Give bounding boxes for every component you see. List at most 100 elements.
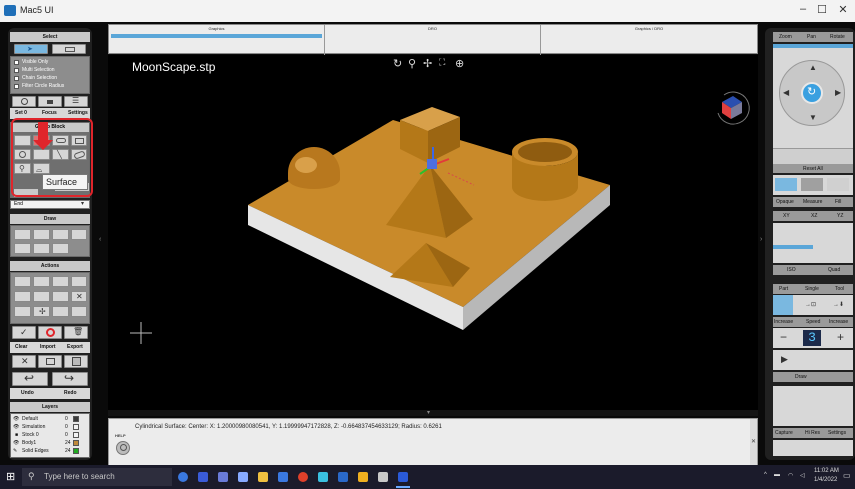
import-button[interactable] — [38, 355, 62, 368]
layer-color-swatch[interactable] — [73, 416, 79, 422]
tab-hi-res[interactable]: Hi Res — [805, 430, 820, 436]
tab-capture[interactable]: Capture — [775, 430, 793, 436]
export-button[interactable] — [64, 355, 88, 368]
end-dropdown[interactable]: End — [10, 200, 90, 209]
action-button-1[interactable] — [14, 276, 31, 287]
chrome-icon[interactable] — [298, 472, 308, 482]
app-icon-6[interactable] — [338, 472, 348, 482]
status-splitter[interactable]: ▾ — [108, 410, 758, 416]
app-icon-1[interactable] — [198, 472, 208, 482]
tray-wifi-icon[interactable]: ◠ — [788, 472, 793, 479]
tab-set[interactable]: Set 0 — [15, 110, 27, 116]
cancel-button[interactable] — [38, 326, 62, 339]
layer-color-swatch[interactable] — [73, 432, 79, 438]
draw-rect-button[interactable] — [71, 229, 87, 240]
clear-button[interactable]: ✕ — [12, 355, 36, 368]
fill-toggle[interactable] — [827, 178, 849, 191]
action-button-12[interactable] — [71, 306, 87, 317]
part-jog-button[interactable] — [773, 295, 793, 315]
action-button-6[interactable] — [33, 291, 50, 302]
action-button-7[interactable] — [52, 291, 69, 302]
taskbar-search[interactable]: ⚲ Type here to search — [22, 468, 172, 486]
tab-xy[interactable]: XY — [783, 213, 790, 219]
tray-chevron-icon[interactable]: ^ — [764, 472, 767, 478]
tab-iso[interactable]: ISO — [787, 267, 796, 273]
draw-polygon-button[interactable] — [52, 243, 69, 254]
arrow-down-icon[interactable]: ▼ — [809, 113, 817, 122]
action-button-5[interactable] — [14, 291, 31, 302]
tab-yz[interactable]: YZ — [837, 213, 843, 219]
layer-row[interactable]: 👁 Simulation 0 — [13, 424, 85, 431]
file-explorer-icon[interactable] — [258, 472, 268, 482]
arrow-left-icon[interactable]: ◀ — [783, 88, 789, 97]
tab-focus[interactable]: Focus — [42, 110, 57, 116]
delete-button[interactable]: 🗑 — [64, 326, 88, 339]
select-pointer-button[interactable]: ➤ — [14, 44, 48, 54]
layer-row[interactable]: ■ Stock 0 0 — [13, 432, 85, 439]
clock-time[interactable]: 11:02 AM — [814, 468, 839, 474]
graphics-viewport[interactable]: MoonScape.stp ↻ ⚲ ✢ ⛶ ⊕ — [108, 55, 758, 410]
tab-dro[interactable]: DRO — [325, 25, 541, 55]
layer-row[interactable]: ✎ Solid Edges 24 — [13, 448, 85, 455]
action-button-4[interactable] — [71, 276, 87, 287]
app-icon-8[interactable] — [378, 472, 388, 482]
filter-circle-radius-checkbox[interactable] — [14, 84, 19, 89]
layer-row[interactable]: 👁 Default 0 — [13, 416, 85, 423]
reset-all-button[interactable]: Reset All — [773, 164, 853, 173]
tab-tool[interactable]: Tool — [835, 286, 844, 292]
layer-color-swatch[interactable] — [73, 448, 79, 454]
tray-network-icon[interactable]: ▬ — [774, 472, 780, 478]
speed-increase-button[interactable]: + — [837, 330, 844, 344]
draw-line-button[interactable] — [14, 229, 31, 240]
chain-selection-checkbox[interactable] — [14, 76, 19, 81]
action-button-3[interactable] — [52, 276, 69, 287]
tab-zoom[interactable]: Zoom — [779, 34, 792, 40]
tab-graphics-dro[interactable]: Graphics / DRO — [541, 25, 757, 55]
draw-spline-button[interactable] — [14, 243, 31, 254]
tab-part[interactable]: Part — [779, 286, 788, 292]
action-button-10[interactable]: ✢ — [33, 306, 50, 317]
draw-toggle[interactable]: Draw — [773, 372, 853, 382]
help-button[interactable] — [116, 441, 130, 455]
direction-wheel[interactable]: ▲ ▼ ◀ ▶ ↻ — [779, 60, 845, 126]
settings-button[interactable]: ☰ — [64, 96, 88, 107]
layer-row[interactable]: 👁 Body1 24 — [13, 440, 85, 447]
undo-button[interactable]: ↩ — [12, 371, 48, 386]
focus-button[interactable] — [38, 96, 62, 107]
visible-only-checkbox[interactable] — [14, 60, 19, 65]
tab-quad[interactable]: Quad — [828, 267, 840, 273]
action-button-9[interactable] — [14, 306, 31, 317]
redo-button[interactable]: ↪ — [52, 371, 88, 386]
layer-color-swatch[interactable] — [73, 440, 79, 446]
status-scrollbar[interactable]: ✕ — [750, 419, 757, 469]
measure-toggle[interactable] — [801, 178, 823, 191]
app-icon-2[interactable] — [218, 472, 228, 482]
maximize-button[interactable]: ☐ — [815, 3, 829, 16]
draw-arc-button[interactable] — [33, 229, 50, 240]
jog-forward-icon[interactable]: →⊡ — [805, 301, 816, 308]
clock-date[interactable]: 1/4/2022 — [814, 477, 837, 483]
tab-settings[interactable]: Settings — [68, 110, 88, 116]
windows-start-icon[interactable]: ⊞ — [6, 470, 15, 483]
draw-circle-button[interactable] — [52, 229, 69, 240]
draw-curve-button[interactable] — [33, 243, 50, 254]
arrow-right-icon[interactable]: ▶ — [835, 88, 841, 97]
tab-single[interactable]: Single — [805, 286, 819, 292]
app-icon-4[interactable] — [278, 472, 288, 482]
action-button-11[interactable] — [52, 306, 69, 317]
set-button[interactable] — [12, 96, 36, 107]
tray-volume-icon[interactable]: ◁ — [800, 472, 805, 479]
speed-decrease-button[interactable]: − — [780, 330, 787, 344]
app-icon-3[interactable] — [238, 472, 248, 482]
multi-selection-checkbox[interactable] — [14, 68, 19, 73]
opaque-toggle[interactable] — [775, 178, 797, 191]
play-button[interactable]: ▶ — [781, 354, 788, 365]
jog-tool-icon[interactable]: →⬇ — [833, 301, 844, 308]
tab-rotate[interactable]: Rotate — [830, 34, 845, 40]
app-icon-9[interactable] — [398, 472, 408, 482]
tab-graphics[interactable]: Graphics — [109, 25, 325, 55]
left-splitter[interactable]: ‹ — [99, 222, 103, 262]
right-splitter[interactable]: › — [760, 222, 764, 262]
notification-icon[interactable]: ▭ — [843, 471, 851, 480]
close-button[interactable]: ✕ — [836, 3, 850, 16]
